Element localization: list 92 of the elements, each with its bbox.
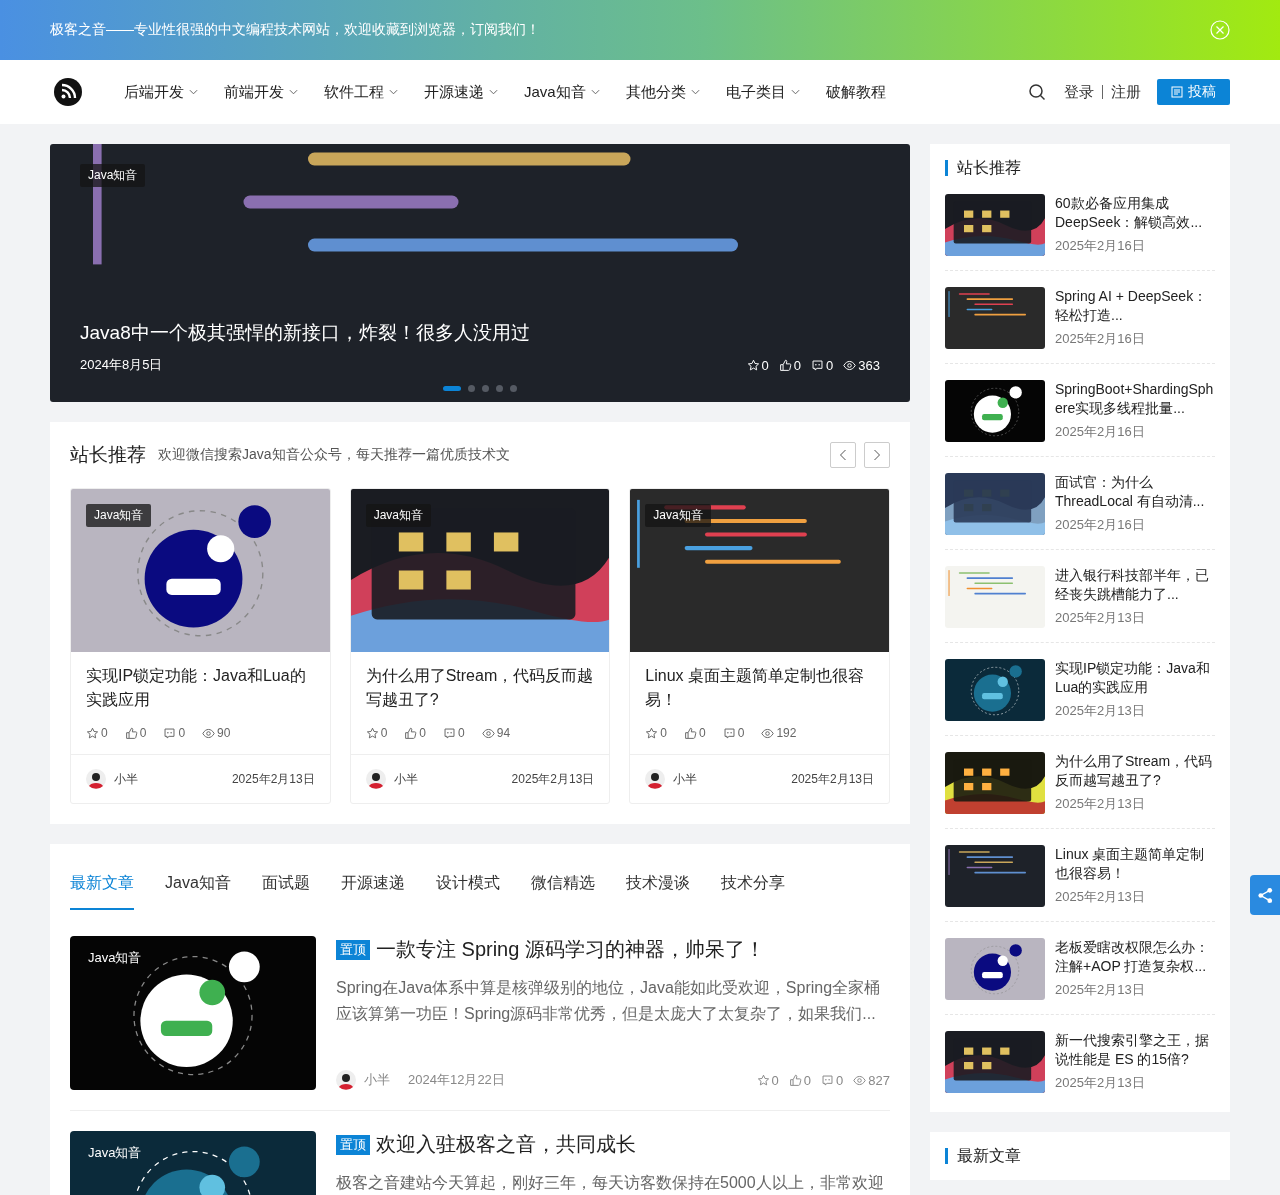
stat-count: 0: [660, 726, 667, 740]
nav-menu-item[interactable]: Java知音: [524, 82, 600, 102]
category-tab[interactable]: 技术分享: [720, 864, 785, 910]
category-tag[interactable]: Java知音: [86, 504, 152, 527]
post-date: 2025年2月13日: [1055, 795, 1146, 813]
sidebar-article-title[interactable]: 老板爱瞎改权限怎么办：注解+AOP 打造复杂权...: [1055, 938, 1215, 976]
category-tag[interactable]: Java知音: [645, 504, 711, 527]
article-card[interactable]: Java知音 实现IP锁定功能：Java和Lua的实践应用 0 0 0 90 小半 2025年2月13日: [70, 488, 331, 804]
stat-count: 192: [776, 726, 797, 740]
section-subtitle: 欢迎微信搜索Java知音公众号，每天推荐一篇优质技术文: [158, 446, 511, 464]
sidebar-heading: 站长推荐: [945, 160, 1215, 176]
sidebar-article-title[interactable]: SpringBoot+ShardingSphere实现多线程批量...: [1055, 380, 1215, 418]
sidebar-article-title[interactable]: Spring AI + DeepSeek：轻松打造...: [1055, 287, 1215, 325]
stat-count: 0: [803, 1072, 812, 1088]
category-tag[interactable]: Java知音: [365, 504, 431, 527]
sidebar-article-title[interactable]: 60款必备应用集成DeepSeek：解锁高效...: [1055, 194, 1215, 232]
nav-menu-item[interactable]: 前端开发: [224, 82, 298, 102]
stat-count: 0: [101, 726, 108, 740]
nav-menu-item[interactable]: 开源速递: [424, 82, 498, 102]
post-date: 2025年2月13日: [1055, 888, 1146, 906]
stat-count: 94: [496, 726, 511, 740]
post-date: 2025年2月13日: [511, 770, 595, 788]
stat-count: 0: [761, 357, 769, 373]
author-name: 小半: [114, 770, 139, 788]
stat-count: 363: [858, 357, 880, 373]
login-link[interactable]: 登录: [1064, 82, 1094, 102]
stat-count: 0: [458, 726, 465, 740]
card-title[interactable]: 为什么用了Stream，代码反而越写越丑了?: [350, 652, 610, 718]
stat-count: 827: [868, 1072, 890, 1088]
post-date: 2025年2月13日: [231, 770, 315, 788]
article-title[interactable]: 欢迎入驻极客之音，共同成长: [376, 1131, 636, 1158]
post-date: 2025年2月16日: [1055, 423, 1146, 441]
category-tab[interactable]: 设计模式: [435, 864, 500, 910]
stat-count: 90: [217, 726, 231, 740]
sidebar-article-title[interactable]: 进入银行科技部半年，已经丧失跳槽能力了...: [1055, 566, 1215, 604]
nav-menu-item[interactable]: 后端开发: [124, 82, 198, 102]
category-tab[interactable]: Java知音: [165, 864, 231, 910]
stat-count: 0: [826, 357, 834, 373]
slide-date: 2024年8月5日: [80, 356, 163, 374]
post-date: 2025年2月13日: [1055, 1074, 1146, 1092]
register-link[interactable]: 注册: [1111, 82, 1141, 102]
category-tag[interactable]: Java知音: [80, 1141, 150, 1165]
author-name: 小半: [673, 770, 699, 788]
author-name: 小半: [364, 1071, 390, 1089]
category-tab[interactable]: 面试题: [261, 864, 310, 910]
post-date: 2025年2月13日: [791, 770, 874, 788]
category-tab[interactable]: 开源速递: [340, 864, 405, 910]
card-title[interactable]: 实现IP锁定功能：Java和Lua的实践应用: [71, 652, 330, 718]
stat-count: 0: [380, 726, 388, 740]
post-date: 2025年2月16日: [1055, 516, 1146, 534]
stat-count: 0: [178, 726, 186, 740]
stat-count: 0: [419, 726, 427, 740]
nav-menu-item[interactable]: 破解教程: [825, 82, 886, 102]
submit-button[interactable]: 投稿: [1157, 79, 1230, 105]
article-title[interactable]: 一款专注 Spring 源码学习的神器，帅呆了！: [376, 936, 765, 963]
pinned-badge: 置顶: [336, 939, 370, 960]
announcement-text: 极客之音——专业性很强的中文编程技术网站，欢迎收藏到浏览器，订阅我们！: [50, 21, 540, 39]
post-date: 2025年2月13日: [1055, 981, 1146, 999]
sidebar-article-title[interactable]: 新一代搜索引擎之王，据说性能是 ES 的15倍?: [1055, 1031, 1215, 1069]
post-date: 2025年2月13日: [1055, 609, 1146, 627]
article-card[interactable]: Java知音 Linux 桌面主题简单定制也很容易！ 0 0 0 192 小半 2025年2月13日: [629, 488, 890, 804]
post-date: 2025年2月13日: [1055, 702, 1146, 720]
slide-title[interactable]: Java8中一个极其强悍的新接口，炸裂！很多人没用过: [80, 320, 880, 346]
category-tag[interactable]: Java知音: [80, 164, 146, 187]
nav-menu-item[interactable]: 软件工程: [324, 82, 398, 102]
stat-count: 0: [139, 726, 147, 740]
stat-count: 0: [836, 1072, 844, 1088]
stat-count: 0: [699, 726, 706, 740]
stat-count: 0: [737, 726, 745, 740]
card-title[interactable]: Linux 桌面主题简单定制也很容易！: [630, 652, 889, 718]
article-excerpt: Spring在Java体系中算是核弹级别的地位，Java能如此受欢迎，Spring全家桶应该算第一功臣！Spring源码非常优秀，但是太庞大了太复杂了，如果我们...: [336, 978, 882, 1024]
pinned-badge: 置顶: [336, 1134, 370, 1155]
sidebar-article-title[interactable]: 面试官：为什么 ThreadLocal 有自动清...: [1055, 473, 1215, 511]
sidebar-article-title[interactable]: Linux 桌面主题简单定制也很容易！: [1055, 845, 1215, 883]
section-title: 站长推荐: [70, 443, 146, 467]
article-excerpt: 极客之音建站今天算起，刚好三年，每天访客数保持在5000人以上，非常欢迎: [336, 1173, 885, 1193]
sidebar-article-title[interactable]: 为什么用了Stream，代码反而越写越丑了?: [1055, 752, 1215, 790]
post-date: 2024年12月22日: [408, 1072, 505, 1087]
category-tab[interactable]: 最新文章: [70, 864, 134, 910]
author-name: 小半: [393, 770, 419, 788]
nav-menu-item[interactable]: 电子类目: [725, 82, 800, 102]
category-tab[interactable]: 微信精选: [530, 864, 595, 910]
article-card[interactable]: Java知音 为什么用了Stream，代码反而越写越丑了? 0 0 0 94 小半 2025年2月13日: [349, 488, 611, 804]
sidebar-heading: 最新文章: [945, 1148, 1215, 1164]
category-tag[interactable]: Java知音: [80, 946, 150, 970]
stat-count: 0: [771, 1072, 779, 1088]
nav-menu-item[interactable]: 其他分类: [625, 82, 700, 102]
sidebar-article-title[interactable]: 实现IP锁定功能：Java和Lua的实践应用: [1055, 659, 1215, 697]
post-date: 2025年2月16日: [1055, 330, 1146, 348]
category-tab[interactable]: 技术漫谈: [625, 864, 690, 910]
stat-count: 0: [793, 357, 802, 373]
post-date: 2025年2月16日: [1055, 237, 1146, 255]
